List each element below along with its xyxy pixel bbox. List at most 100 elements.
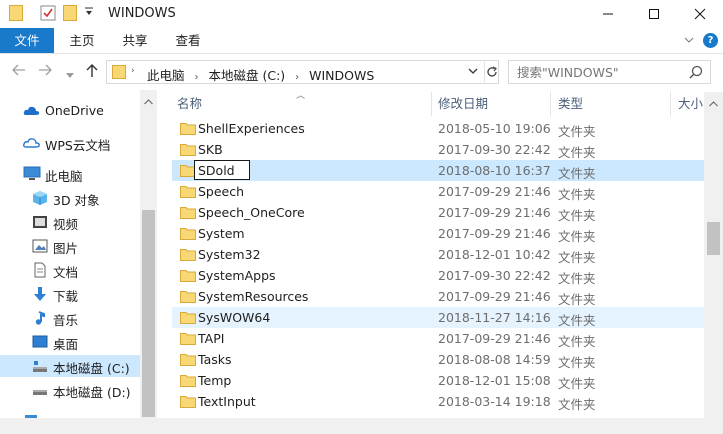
- table-row[interactable]: SKB 2017-09-30 22:42 文件夹: [172, 139, 704, 160]
- up-arrow-icon[interactable]: [86, 64, 98, 82]
- tab-share[interactable]: 共享: [111, 28, 159, 53]
- table-row[interactable]: TAPI 2017-09-29 21:46 文件夹: [172, 328, 704, 349]
- file-modified-date: 2017-09-29 21:46: [438, 184, 551, 199]
- scrollbar-thumb[interactable]: [707, 222, 720, 255]
- tab-home[interactable]: 主页: [58, 28, 106, 53]
- chevron-right-icon[interactable]: ›: [295, 72, 299, 83]
- table-row[interactable]: ShellExperiences 2018-05-10 19:06 文件夹: [172, 118, 704, 139]
- table-row[interactable]: Tasks 2018-08-08 14:59 文件夹: [172, 349, 704, 370]
- file-modified-date: 2017-09-29 21:46: [438, 289, 551, 304]
- file-type: 文件夹: [558, 229, 596, 244]
- column-divider[interactable]: [431, 92, 432, 116]
- minimize-button[interactable]: [585, 0, 631, 28]
- file-list-scrollbar[interactable]: [704, 92, 723, 418]
- column-header-type[interactable]: 类型: [558, 92, 668, 116]
- nav-item-music[interactable]: 音乐: [0, 307, 140, 329]
- nav-item-3d-objects[interactable]: 3D 对象: [0, 187, 140, 209]
- table-row[interactable]: SystemResources 2017-09-29 21:46 文件夹: [172, 286, 704, 307]
- nav-item-onedrive[interactable]: OneDrive: [0, 100, 140, 122]
- folder-icon: [180, 332, 196, 345]
- nav-item-downloads[interactable]: 下载: [0, 283, 140, 305]
- column-header-size[interactable]: 大小: [678, 92, 704, 116]
- file-modified-date: 2017-09-30 22:42: [438, 268, 551, 283]
- computer-icon: [23, 166, 41, 182]
- customize-quick-access-icon[interactable]: [84, 6, 94, 21]
- refresh-icon[interactable]: [484, 62, 499, 82]
- file-name: SystemResources: [198, 289, 309, 304]
- folder-icon: [180, 269, 196, 282]
- scroll-up-icon[interactable]: [144, 94, 153, 108]
- nav-item-drive-d[interactable]: 本地磁盘 (D:): [0, 379, 140, 401]
- expand-ribbon-icon[interactable]: [683, 34, 695, 48]
- table-row[interactable]: Temp 2018-12-01 15:08 文件夹: [172, 370, 704, 391]
- breadcrumb-drive-c[interactable]: 本地磁盘 (C:): [208, 68, 285, 83]
- back-arrow-icon[interactable]: [12, 64, 26, 80]
- search-icon[interactable]: [689, 65, 703, 82]
- file-modified-date: 2018-11-27 14:16: [438, 310, 551, 325]
- file-name: System: [198, 226, 245, 241]
- title-bar: WINDOWS: [0, 0, 723, 28]
- help-icon[interactable]: ?: [703, 33, 718, 48]
- file-name: TAPI: [198, 331, 225, 346]
- nav-item-label: 此电脑: [45, 169, 83, 184]
- scroll-up-icon[interactable]: [709, 96, 718, 110]
- close-button[interactable]: [677, 0, 723, 28]
- nav-item-label: 视频: [53, 217, 79, 232]
- cloud-icon: [23, 135, 40, 151]
- table-row[interactable]: Speech_OneCore 2017-09-29 21:46 文件夹: [172, 202, 704, 223]
- nav-item-desktop[interactable]: 桌面: [0, 331, 140, 353]
- folder-icon[interactable]: [9, 5, 23, 24]
- table-row[interactable]: SysWOW64 2018-11-27 14:16 文件夹: [172, 307, 704, 328]
- folder-icon: [180, 227, 196, 240]
- file-modified-date: 2017-09-30 22:42: [438, 142, 551, 157]
- table-row[interactable]: SystemApps 2017-09-30 22:42 文件夹: [172, 265, 704, 286]
- nav-item-documents[interactable]: 文档: [0, 259, 140, 281]
- folder-icon: [180, 122, 196, 135]
- table-row[interactable]: System32 2018-12-01 10:42 文件夹: [172, 244, 704, 265]
- table-row[interactable]: Speech 2017-09-29 21:46 文件夹: [172, 181, 704, 202]
- nav-item-videos[interactable]: 视频: [0, 211, 140, 233]
- column-header-name[interactable]: 名称: [177, 92, 427, 116]
- scrollbar-thumb[interactable]: [142, 210, 155, 417]
- new-folder-icon[interactable]: [63, 5, 77, 24]
- file-name: Temp: [198, 373, 232, 388]
- nav-item-pictures[interactable]: 图片: [0, 235, 140, 257]
- recent-locations-icon[interactable]: [66, 67, 74, 83]
- file-name: TextInput: [198, 394, 256, 409]
- navigation-pane-scrollbar[interactable]: [140, 90, 157, 418]
- nav-item-label: 本地磁盘 (C:): [53, 361, 130, 376]
- rename-input[interactable]: SDold: [194, 160, 250, 180]
- maximize-button[interactable]: [631, 0, 677, 28]
- folder-icon: [180, 185, 196, 198]
- breadcrumb: 此电脑 › 本地磁盘 (C:) › WINDOWS: [147, 65, 380, 84]
- cloud-icon: [23, 103, 40, 119]
- column-header-date[interactable]: 修改日期: [438, 92, 548, 116]
- chevron-down-icon[interactable]: [467, 65, 479, 80]
- column-divider[interactable]: [550, 92, 551, 116]
- nav-item-drive-c[interactable]: 本地磁盘 (C:): [0, 355, 140, 377]
- file-type: 文件夹: [558, 166, 596, 181]
- nav-item-wps-cloud[interactable]: WPS云文档: [0, 132, 140, 154]
- properties-icon[interactable]: [40, 5, 56, 24]
- folder-icon: [180, 206, 196, 219]
- tab-file[interactable]: 文件: [0, 28, 54, 53]
- nav-item-this-pc[interactable]: 此电脑: [0, 163, 140, 185]
- address-bar[interactable]: › 此电脑 › 本地磁盘 (C:) › WINDOWS: [106, 60, 499, 84]
- table-row[interactable]: SDold 2018-08-10 16:37 文件夹: [172, 160, 704, 181]
- column-divider[interactable]: [670, 92, 671, 116]
- file-name: SKB: [198, 142, 223, 157]
- breadcrumb-separator-icon[interactable]: ›: [131, 66, 135, 76]
- search-input[interactable]: [517, 62, 687, 82]
- music-icon: [32, 310, 48, 326]
- forward-arrow-icon[interactable]: [38, 64, 52, 80]
- ribbon-tabs: 文件 主页 共享 查看 ?: [0, 28, 723, 54]
- file-modified-date: 2018-03-14 19:18: [438, 394, 551, 409]
- table-row[interactable]: TextInput 2018-03-14 19:18 文件夹: [172, 391, 704, 412]
- tab-view[interactable]: 查看: [164, 28, 212, 53]
- horizontal-scrollbar[interactable]: [0, 418, 723, 434]
- breadcrumb-windows[interactable]: WINDOWS: [309, 68, 374, 83]
- file-modified-date: 2018-05-10 19:06: [438, 121, 551, 136]
- chevron-right-icon[interactable]: ›: [195, 72, 199, 83]
- table-row[interactable]: System 2017-09-29 21:46 文件夹: [172, 223, 704, 244]
- breadcrumb-this-pc[interactable]: 此电脑: [147, 68, 185, 83]
